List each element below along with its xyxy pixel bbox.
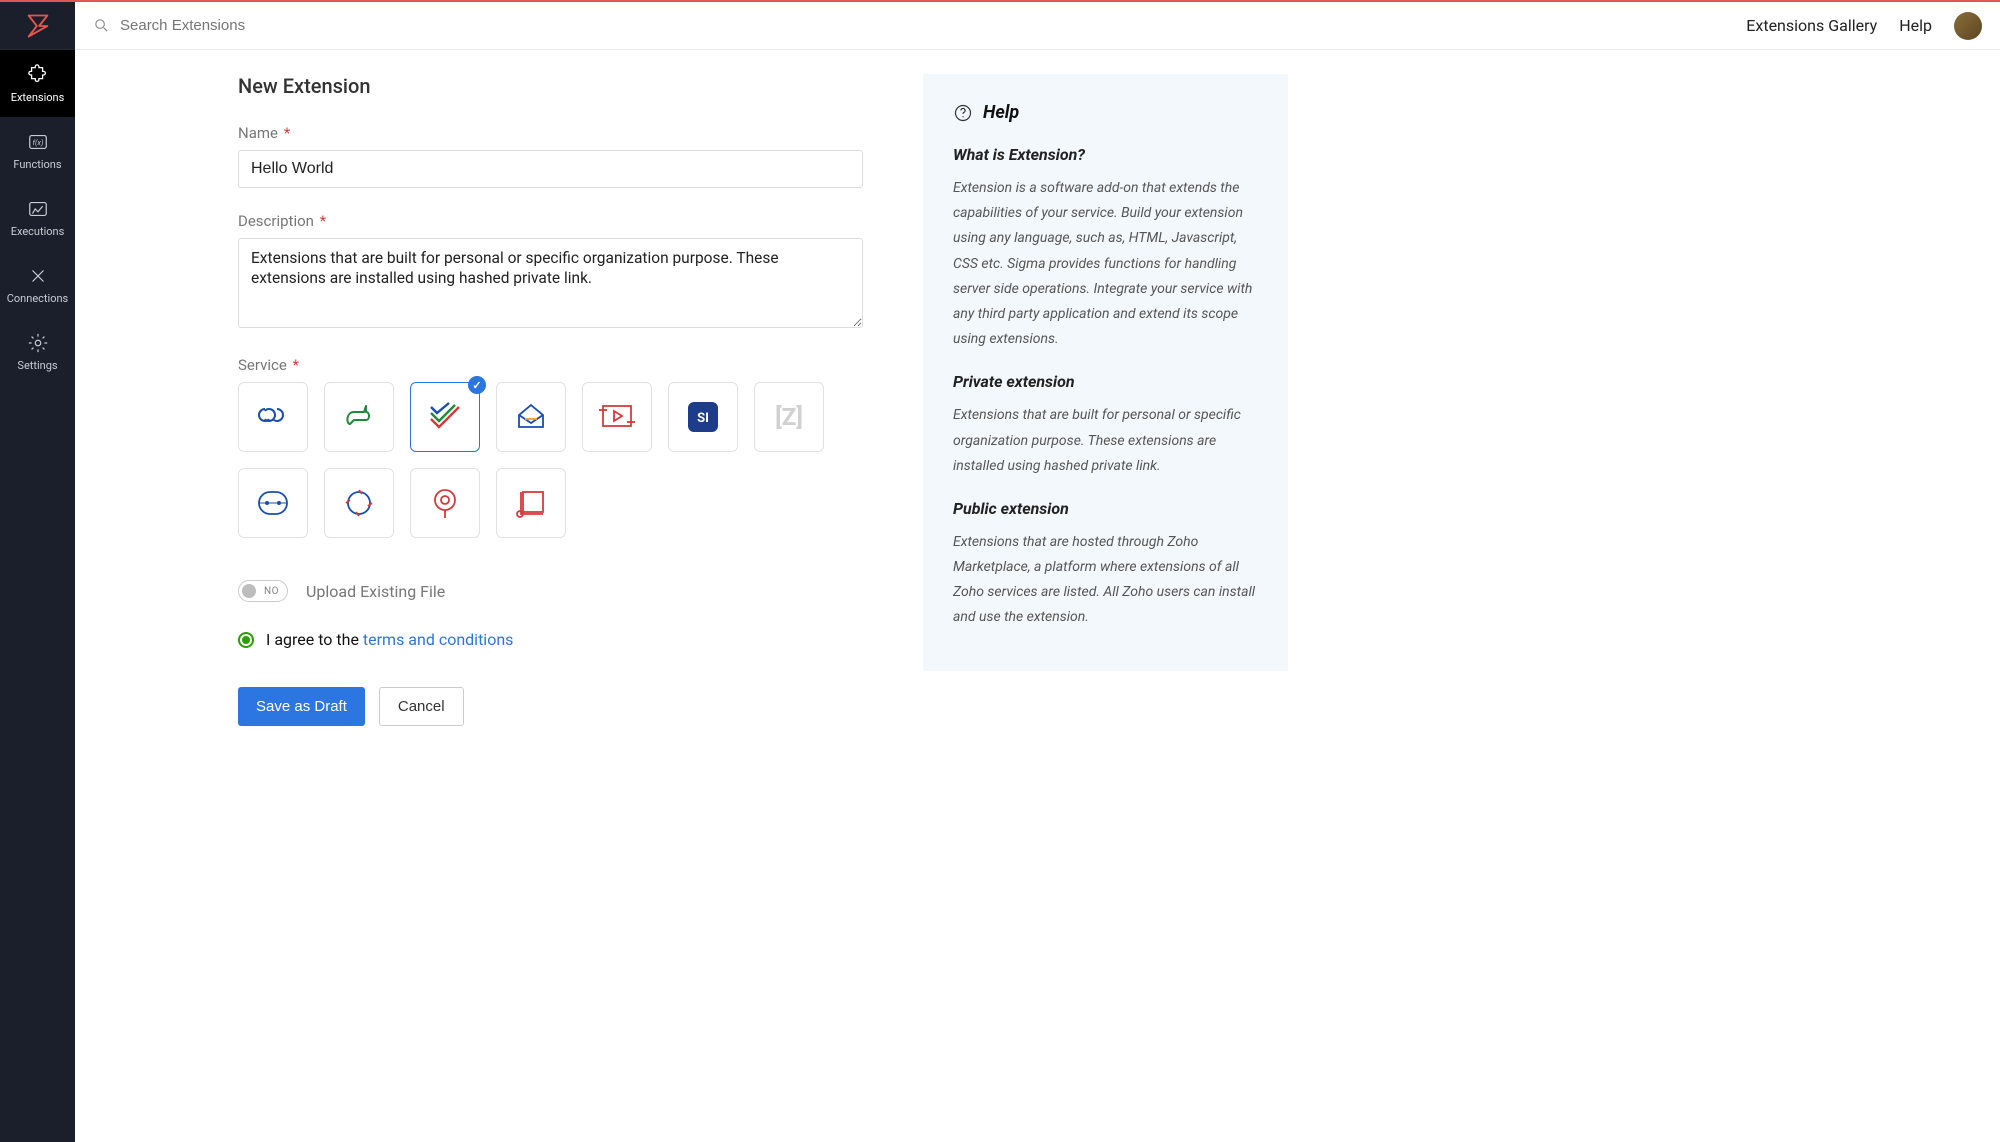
service-tile-crm[interactable] [238, 382, 308, 452]
sidebar-item-label: Extensions [11, 91, 65, 104]
sidebar-item-label: Executions [11, 225, 65, 238]
sidebar-item-extensions[interactable]: Extensions [0, 50, 75, 117]
sidebar-item-label: Connections [7, 292, 68, 305]
service-tile-people[interactable] [410, 468, 480, 538]
name-input[interactable] [238, 150, 863, 188]
executions-icon [26, 197, 50, 221]
people-icon [427, 484, 463, 522]
sidebar-item-connections[interactable]: Connections [0, 251, 75, 318]
cancel-button[interactable]: Cancel [379, 687, 464, 726]
help-body: Extensions that are built for personal o… [953, 403, 1258, 479]
topbar: Extensions Gallery Help [75, 2, 2000, 50]
sidebar-item-settings[interactable]: Settings [0, 318, 75, 385]
service-tile-projects[interactable] [410, 382, 480, 452]
gear-icon [26, 331, 50, 355]
help-body: Extensions that are hosted through Zoho … [953, 530, 1258, 631]
service-label: Service * [238, 356, 863, 374]
help-heading: Public extension [953, 499, 1258, 518]
name-label: Name * [238, 124, 863, 142]
sidebar-item-functions[interactable]: f(x) Functions [0, 117, 75, 184]
save-draft-button[interactable]: Save as Draft [238, 687, 365, 726]
search-icon [93, 17, 110, 34]
description-textarea[interactable]: Extensions that are built for personal o… [238, 238, 863, 328]
help-panel: Help What is Extension? Extension is a s… [923, 74, 1288, 671]
service-grid: SI [Z] [238, 382, 863, 538]
sidebar-item-label: Settings [17, 359, 57, 372]
sidebar-item-label: Functions [13, 158, 61, 171]
recruit-icon [340, 484, 378, 522]
consent-text: I agree to the terms and conditions [266, 630, 513, 649]
svg-text:SI: SI [697, 411, 709, 426]
service-tile-salesiq[interactable]: SI [668, 382, 738, 452]
upload-toggle-label: Upload Existing File [306, 582, 445, 601]
check-icon [468, 376, 486, 394]
books-icon [253, 486, 293, 520]
sidebar-item-executions[interactable]: Executions [0, 184, 75, 251]
form-area: New Extension Name * Description * Exten… [238, 74, 863, 726]
connections-icon [26, 264, 50, 288]
service-tile-inventory[interactable] [496, 468, 566, 538]
service-tile-recruit[interactable] [324, 468, 394, 538]
service-tile-mail[interactable] [496, 382, 566, 452]
mail-icon [511, 399, 551, 435]
link-help[interactable]: Help [1899, 16, 1932, 35]
crm-icon [253, 399, 293, 435]
inventory-icon [511, 484, 551, 522]
help-body: Extension is a software add-on that exte… [953, 176, 1258, 352]
service-tile-z[interactable]: [Z] [754, 382, 824, 452]
service-tile-books[interactable] [238, 468, 308, 538]
link-extensions-gallery[interactable]: Extensions Gallery [1746, 16, 1877, 35]
page-title: New Extension [238, 74, 863, 98]
svg-text:[Z]: [Z] [775, 403, 803, 431]
upload-toggle[interactable]: NO [238, 580, 288, 602]
show-icon [597, 400, 637, 434]
consent-radio[interactable] [238, 632, 254, 648]
help-heading: What is Extension? [953, 145, 1258, 164]
service-tile-show[interactable] [582, 382, 652, 452]
main: Extensions Gallery Help New Extension Na… [75, 2, 2000, 1142]
projects-icon [425, 399, 465, 435]
help-circle-icon [953, 103, 973, 123]
salesiq-icon: SI [682, 396, 724, 438]
svg-text:f(x): f(x) [32, 138, 43, 147]
desk-icon [340, 398, 378, 436]
puzzle-icon [26, 63, 50, 87]
description-label: Description * [238, 212, 863, 230]
search-input[interactable] [120, 17, 420, 34]
sidebar: Extensions f(x) Functions Executions Con… [0, 2, 75, 1142]
function-icon: f(x) [26, 130, 50, 154]
terms-link[interactable]: terms and conditions [363, 630, 514, 649]
service-tile-desk[interactable] [324, 382, 394, 452]
help-heading: Private extension [953, 372, 1258, 391]
help-title: Help [983, 102, 1019, 123]
sigma-logo-icon [24, 12, 52, 40]
avatar[interactable] [1954, 12, 1982, 40]
app-logo [0, 2, 75, 50]
z-icon: [Z] [769, 399, 809, 435]
